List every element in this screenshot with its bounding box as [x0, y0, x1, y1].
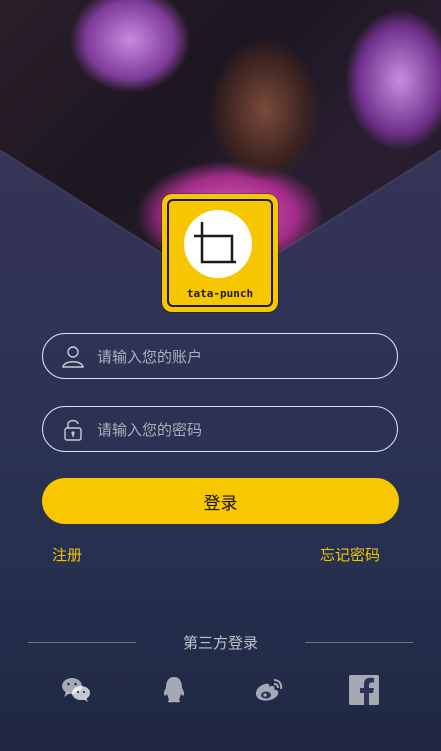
forgot-password-link[interactable]: 忘记密码	[320, 544, 380, 565]
app-logo: tata-punch	[164, 196, 276, 310]
wechat-icon[interactable]	[60, 674, 92, 706]
account-field[interactable]	[42, 333, 398, 379]
password-field[interactable]	[42, 406, 398, 452]
login-button[interactable]: 登录	[42, 478, 399, 524]
logo-mark	[184, 210, 252, 278]
third-party-login: 第三方登录	[0, 632, 441, 652]
divider-right	[305, 642, 413, 643]
account-input[interactable]	[95, 334, 389, 379]
user-icon	[62, 346, 84, 368]
password-input[interactable]	[95, 407, 389, 452]
register-link[interactable]: 注册	[52, 544, 82, 565]
qq-icon[interactable]	[158, 674, 190, 706]
logo-text: tata-punch	[186, 287, 254, 300]
lock-icon	[64, 419, 82, 441]
facebook-icon[interactable]	[348, 674, 380, 706]
weibo-icon[interactable]	[252, 674, 284, 706]
